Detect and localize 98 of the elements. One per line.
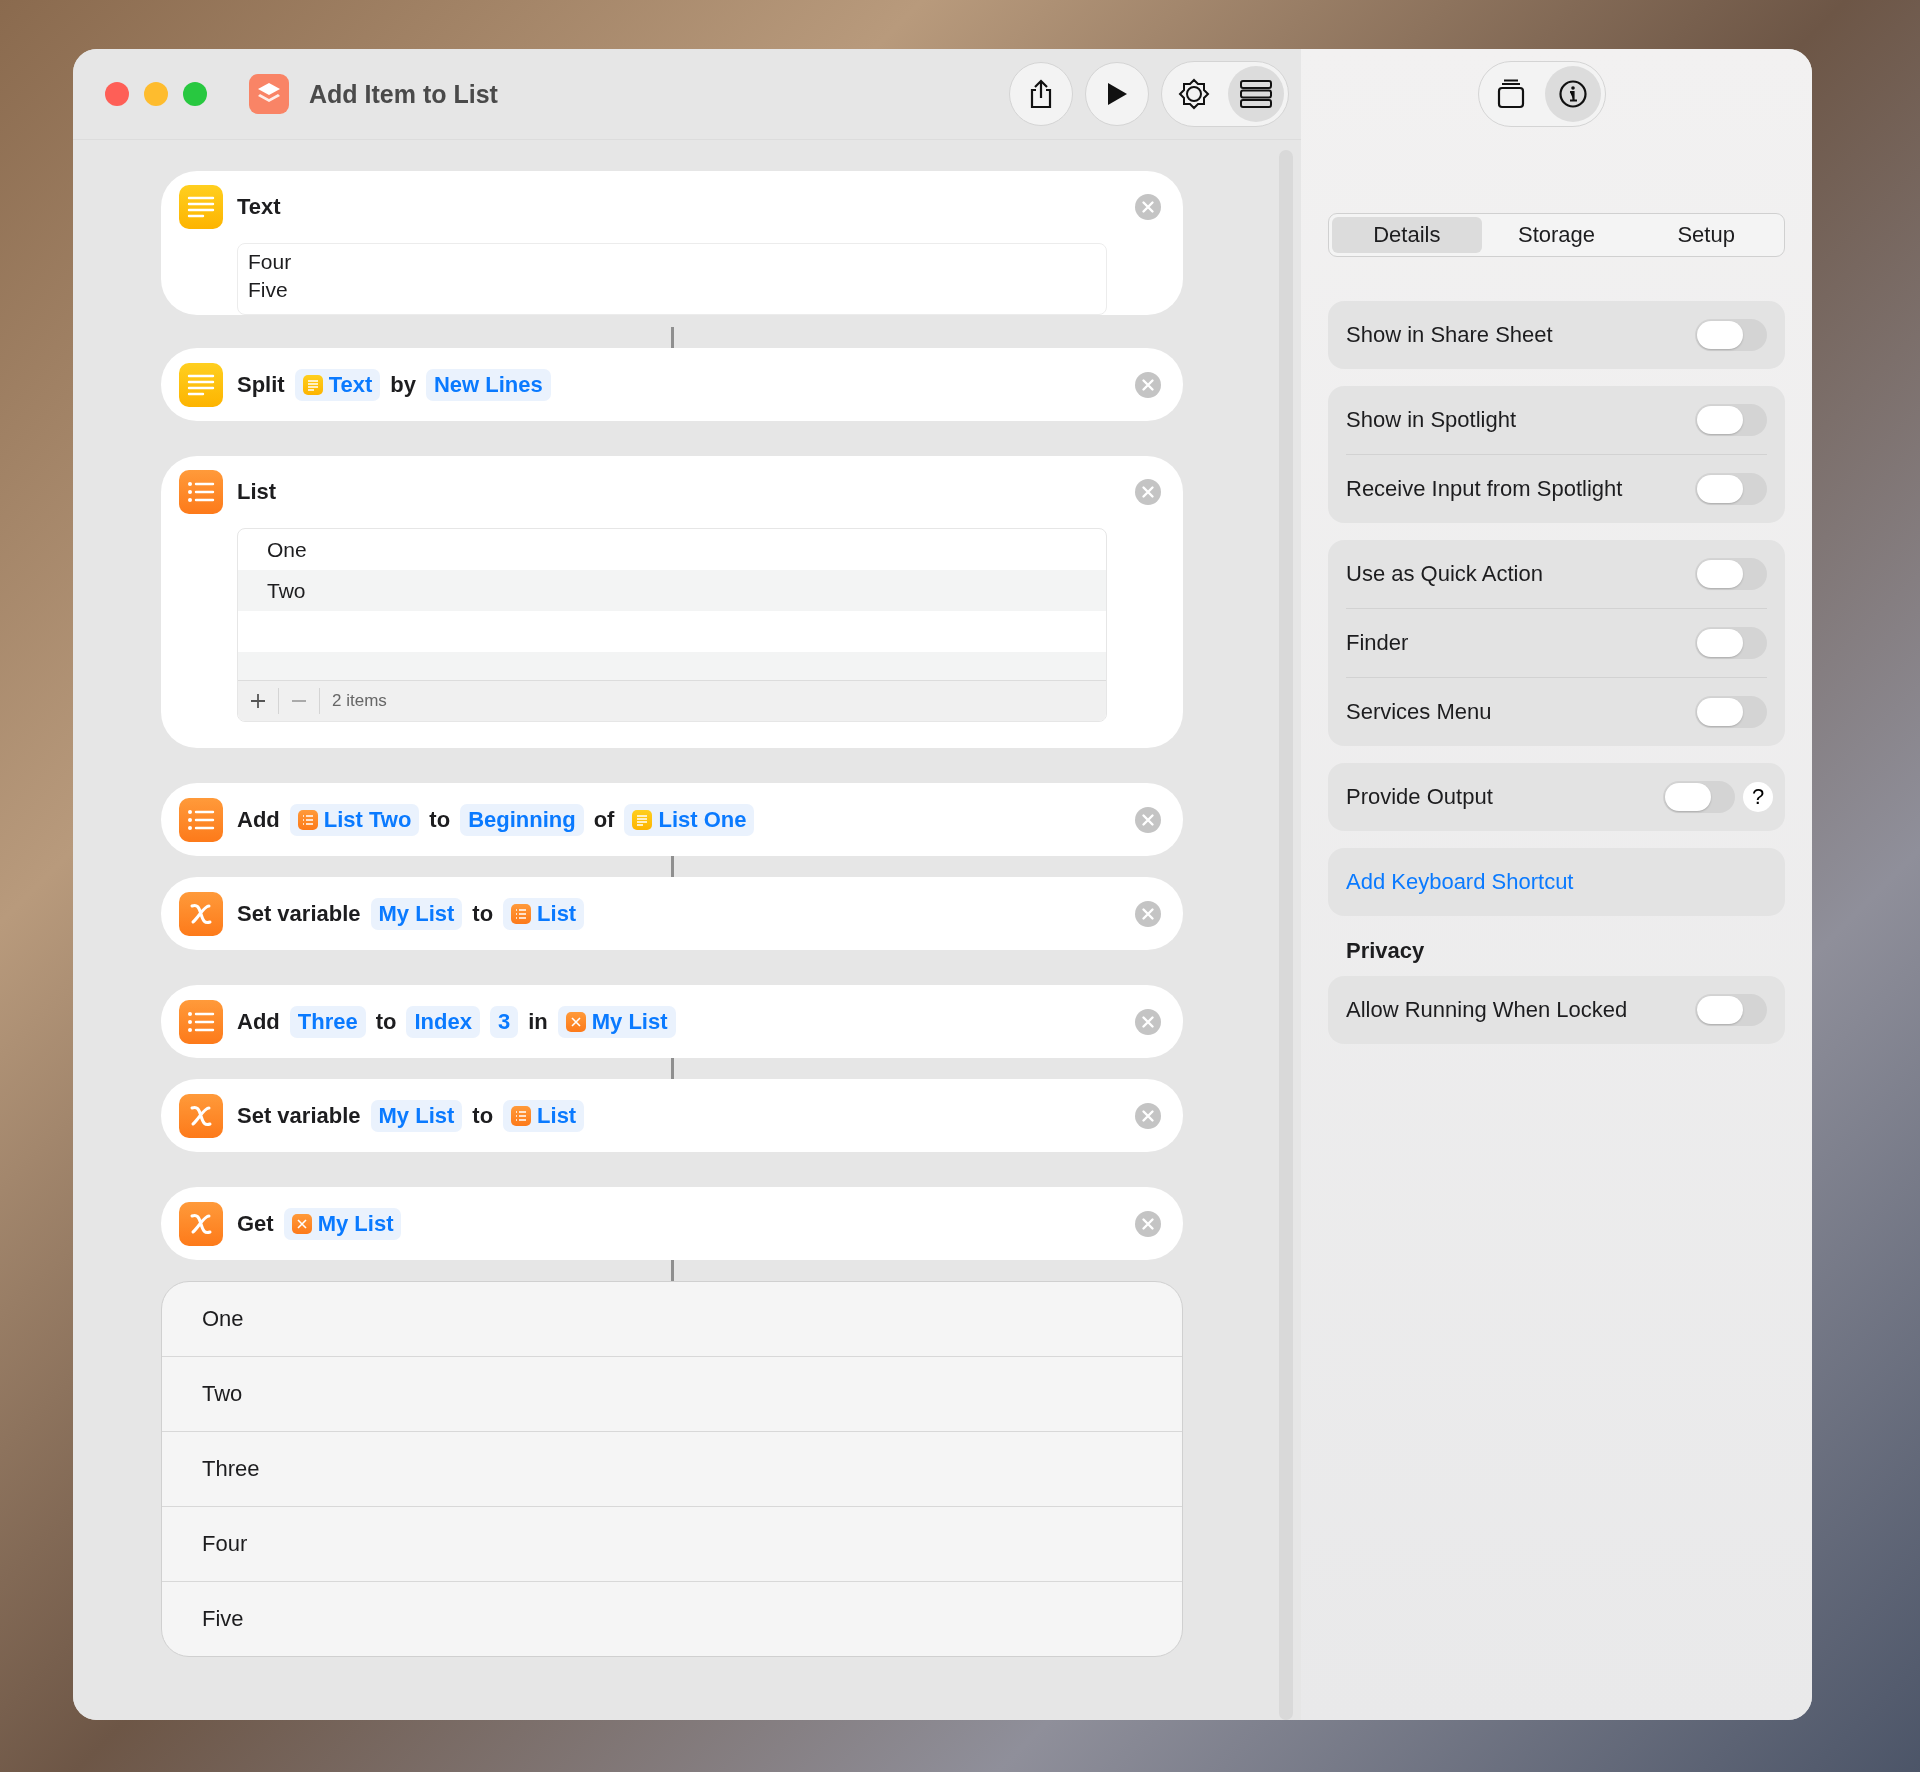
action-label: to xyxy=(429,806,451,833)
setting-label: Provide Output xyxy=(1346,784,1493,810)
remove-action-button[interactable] xyxy=(1135,1102,1161,1129)
bulleted-list-icon xyxy=(511,1105,532,1126)
action-label: Set variable xyxy=(237,1102,361,1129)
scrollbar[interactable] xyxy=(1279,150,1293,1720)
action-label: Add xyxy=(237,1008,280,1035)
action-label: by xyxy=(390,371,416,398)
parameter-token[interactable]: New Lines xyxy=(425,368,551,401)
variable-icon xyxy=(179,1201,223,1246)
variable-icon xyxy=(291,1213,312,1234)
help-button[interactable]: ? xyxy=(1743,782,1773,812)
result-item[interactable]: Three xyxy=(202,1456,260,1482)
toggle-switch[interactable] xyxy=(1695,558,1767,590)
parameter-token[interactable]: List One xyxy=(624,803,755,836)
parameter-token[interactable]: My List xyxy=(370,1099,463,1132)
toggle-switch[interactable] xyxy=(1695,994,1767,1026)
add-keyboard-shortcut-link[interactable]: Add Keyboard Shortcut xyxy=(1346,869,1574,895)
parameter-token[interactable]: My List xyxy=(283,1207,402,1240)
text-lines-icon xyxy=(302,374,323,395)
action-label: to xyxy=(472,900,494,927)
setting-label: Services Menu xyxy=(1346,699,1492,725)
parameter-token[interactable]: My List xyxy=(370,897,463,930)
action-label: Add xyxy=(237,806,280,833)
minimize-window-button[interactable] xyxy=(144,82,168,106)
badge-outline-icon xyxy=(1177,77,1211,111)
section-heading: Privacy xyxy=(1346,938,1426,964)
remove-action-button[interactable] xyxy=(1135,371,1161,398)
add-item-icon[interactable] xyxy=(250,693,266,709)
list-item-field[interactable]: Two xyxy=(267,578,306,603)
remove-action-button[interactable] xyxy=(1135,806,1161,833)
parameter-token[interactable]: List xyxy=(503,897,585,930)
action-label: in xyxy=(528,1008,548,1035)
action-label: to xyxy=(472,1102,494,1129)
remove-action-button[interactable] xyxy=(1135,1210,1161,1237)
remove-action-button[interactable] xyxy=(1135,900,1161,927)
remove-action-button[interactable] xyxy=(1135,479,1161,505)
parameter-token[interactable]: My List xyxy=(557,1005,676,1038)
parameter-token[interactable]: Index xyxy=(406,1005,480,1038)
list-item-field[interactable]: One xyxy=(267,537,307,562)
close-window-button[interactable] xyxy=(105,82,129,106)
setting-label: Use as Quick Action xyxy=(1346,561,1543,587)
bulleted-list-icon xyxy=(179,797,223,842)
text-input-field[interactable]: Four Five xyxy=(237,243,1107,315)
parameter-token[interactable]: 3 xyxy=(489,1005,519,1038)
remove-action-button[interactable] xyxy=(1135,194,1161,220)
info-icon xyxy=(1557,79,1588,109)
text-lines-icon xyxy=(179,362,223,407)
action-title: Text xyxy=(237,194,281,220)
bulleted-list-icon xyxy=(511,903,532,924)
bulleted-list-icon xyxy=(179,999,223,1044)
sidebar-tab[interactable]: Storage xyxy=(1481,217,1632,253)
bulleted-list-icon xyxy=(179,470,223,514)
setting-label: Allow Running When Locked xyxy=(1346,997,1628,1023)
result-item[interactable]: Two xyxy=(202,1381,243,1407)
stacked-rows-icon xyxy=(1239,79,1273,109)
play-icon xyxy=(1105,81,1129,107)
result-item[interactable]: Four xyxy=(202,1531,248,1557)
toggle-switch[interactable] xyxy=(1695,404,1767,436)
bulleted-list-icon xyxy=(297,809,318,830)
action-label: Get xyxy=(237,1210,274,1237)
parameter-token[interactable]: Beginning xyxy=(460,803,584,836)
text-lines-icon xyxy=(632,809,653,830)
action-label: to xyxy=(375,1008,397,1035)
toggle-switch[interactable] xyxy=(1695,627,1767,659)
variable-icon xyxy=(179,891,223,936)
toggle-switch[interactable] xyxy=(1695,319,1767,351)
toggle-switch[interactable] xyxy=(1663,781,1735,813)
setting-label: Finder xyxy=(1346,630,1409,656)
stacked-cards-icon xyxy=(1495,79,1526,109)
remove-action-button[interactable] xyxy=(1135,1008,1161,1035)
stacked-layers-icon xyxy=(249,74,289,114)
parameter-token[interactable]: List Two xyxy=(289,803,420,836)
action-label: Set variable xyxy=(237,900,361,927)
share-icon xyxy=(1028,79,1054,109)
action-label: of xyxy=(593,806,615,833)
zoom-window-button[interactable] xyxy=(183,82,207,106)
item-count: 2 items xyxy=(332,691,387,711)
setting-label: Show in Share Sheet xyxy=(1346,322,1553,348)
action-title: List xyxy=(237,479,277,505)
parameter-token[interactable]: List xyxy=(503,1099,585,1132)
parameter-token[interactable]: Text xyxy=(294,368,381,401)
sidebar-tab[interactable]: Setup xyxy=(1631,217,1781,253)
text-lines-icon xyxy=(179,185,223,229)
list-view-button[interactable] xyxy=(1228,66,1284,122)
variable-icon xyxy=(179,1093,223,1138)
setting-label: Receive Input from Spotlight xyxy=(1346,476,1623,502)
variable-icon xyxy=(565,1011,586,1032)
setting-label: Show in Spotlight xyxy=(1346,407,1516,433)
result-item[interactable]: Five xyxy=(202,1606,244,1632)
toggle-switch[interactable] xyxy=(1695,473,1767,505)
action-label: Split xyxy=(237,371,285,398)
info-button[interactable] xyxy=(1544,66,1601,122)
parameter-token[interactable]: Three xyxy=(289,1005,366,1038)
window-title: Add Item to List xyxy=(309,79,498,109)
toggle-switch[interactable] xyxy=(1695,696,1767,728)
result-item[interactable]: One xyxy=(202,1306,244,1332)
sidebar-tab[interactable]: Details xyxy=(1332,217,1482,253)
